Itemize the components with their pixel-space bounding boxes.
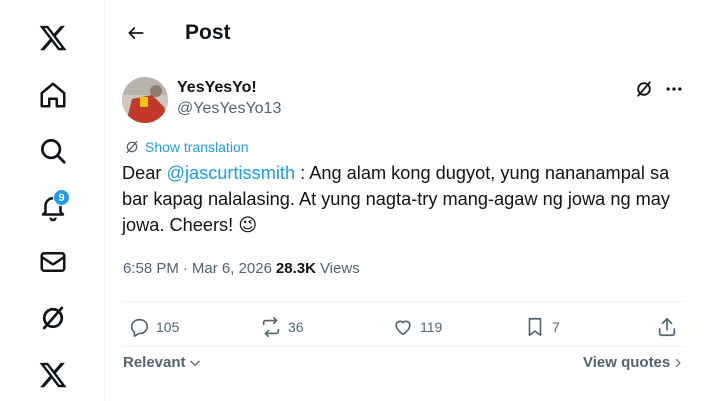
share-icon bbox=[658, 317, 676, 337]
views-label: Views bbox=[319, 260, 360, 277]
post-time[interactable]: 6:58 PM bbox=[123, 260, 179, 277]
grok-icon[interactable] bbox=[33, 298, 73, 338]
like-count: 119 bbox=[420, 319, 443, 335]
more-options-icon[interactable] bbox=[662, 77, 686, 101]
divider bbox=[122, 346, 685, 347]
sort-label: Relevant bbox=[123, 354, 186, 371]
post-meta: 6:58 PM · Mar 6, 2026 28.3K Views bbox=[123, 260, 360, 277]
show-translation-label: Show translation bbox=[145, 139, 249, 155]
reply-count: 105 bbox=[156, 319, 180, 335]
avatar[interactable] bbox=[122, 77, 168, 123]
post-date[interactable]: Mar 6, 2026 bbox=[192, 260, 272, 277]
post-text: Dear @jascurtissmith : Ang alam kong dug… bbox=[122, 160, 692, 238]
sort-dropdown[interactable]: Relevant bbox=[123, 354, 202, 371]
x-premium-icon[interactable] bbox=[33, 355, 73, 395]
bookmark-icon bbox=[528, 317, 542, 337]
bookmark-count: 7 bbox=[552, 319, 560, 335]
mention-link[interactable]: @jascurtissmith bbox=[166, 163, 295, 183]
bookmark-button[interactable]: 7 bbox=[524, 316, 560, 338]
grok-icon bbox=[126, 141, 138, 153]
reply-button[interactable]: 105 bbox=[128, 316, 179, 338]
repost-count: 36 bbox=[288, 319, 304, 335]
share-button[interactable] bbox=[656, 316, 678, 338]
author-handle[interactable]: @YesYesYo13 bbox=[177, 100, 281, 118]
x-logo-icon[interactable] bbox=[33, 18, 73, 58]
views-count: 28.3K bbox=[275, 260, 316, 277]
chevron-down-icon bbox=[189, 360, 200, 366]
view-quotes-link[interactable]: View quotes bbox=[583, 354, 684, 371]
notifications-icon[interactable]: 9 bbox=[33, 187, 73, 227]
like-button[interactable]: 119 bbox=[392, 316, 442, 338]
left-sidebar: 9 bbox=[0, 0, 104, 401]
heart-icon bbox=[395, 320, 411, 336]
back-arrow-icon[interactable] bbox=[121, 18, 151, 48]
notification-badge: 9 bbox=[53, 189, 70, 206]
repost-icon bbox=[262, 317, 280, 337]
post-header: Post bbox=[105, 0, 713, 66]
post-text-prefix: Dear bbox=[122, 163, 167, 183]
meta-separator: · bbox=[182, 260, 188, 277]
author-display-name[interactable]: YesYesYo! bbox=[177, 79, 257, 97]
search-icon[interactable] bbox=[33, 131, 73, 171]
reply-icon bbox=[130, 318, 149, 337]
view-quotes-label: View quotes bbox=[583, 354, 671, 371]
grok-icon[interactable] bbox=[632, 77, 656, 101]
repost-button[interactable]: 36 bbox=[260, 316, 304, 338]
messages-icon[interactable] bbox=[33, 242, 73, 282]
wink-emoji-icon: 😉 bbox=[238, 215, 258, 235]
chevron-right-icon bbox=[676, 358, 681, 367]
show-translation-link[interactable]: Show translation bbox=[124, 139, 249, 155]
page-title: Post bbox=[185, 21, 231, 44]
home-icon[interactable] bbox=[33, 75, 73, 115]
divider bbox=[122, 301, 685, 302]
action-bar: 105 36 119 7 bbox=[122, 312, 687, 346]
